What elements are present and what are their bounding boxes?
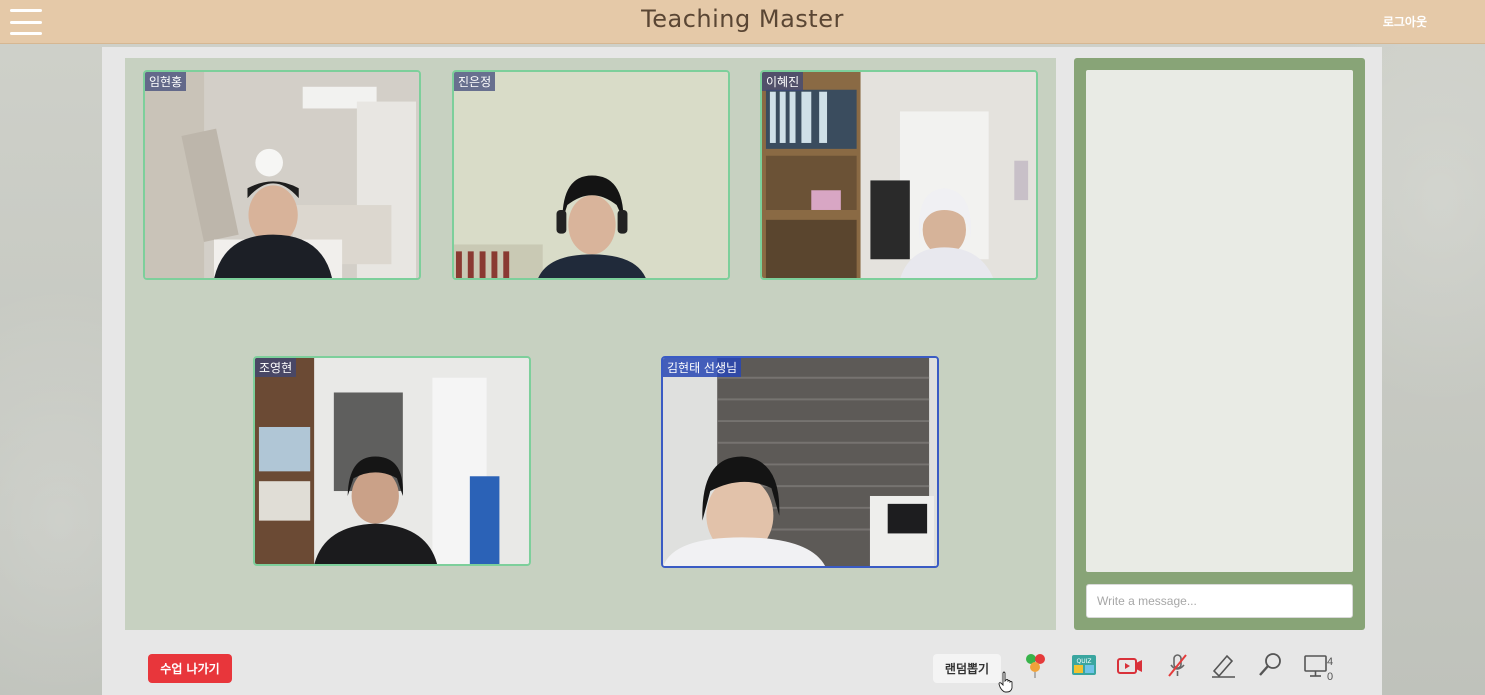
count-top: 4 <box>1327 656 1334 668</box>
participant-video <box>762 72 1036 278</box>
microphone-muted-icon[interactable] <box>1164 651 1190 679</box>
participant-name: 이혜진 <box>762 72 804 91</box>
participant-video <box>255 358 529 564</box>
chat-message-input[interactable] <box>1086 584 1353 618</box>
participant-video <box>145 72 419 278</box>
participant-name: 진은정 <box>454 72 496 91</box>
svg-text:QUIZ: QUIZ <box>1077 658 1092 665</box>
participant-name: 김현태 선생님 <box>663 358 742 377</box>
random-pick-button[interactable]: 랜덤뽑기 <box>933 654 1001 683</box>
video-grid: 임현홍 진은정 이혜진 조영현 김현태 선생님 <box>125 58 1056 630</box>
quiz-icon[interactable]: QUIZ <box>1071 651 1097 679</box>
count-bottom: 0 <box>1327 671 1334 683</box>
pen-annotate-icon[interactable] <box>1210 651 1236 679</box>
video-tile[interactable]: 조영현 <box>253 356 531 566</box>
video-tile[interactable]: 김현태 선생님 <box>661 356 939 568</box>
app-title: Teaching Master <box>641 5 844 33</box>
video-tile[interactable]: 이혜진 <box>760 70 1038 280</box>
top-bar: Teaching Master 로그아웃 <box>0 0 1485 44</box>
chat-panel <box>1074 58 1365 630</box>
leave-class-button[interactable]: 수업 나가기 <box>148 654 232 683</box>
magnifier-icon[interactable] <box>1257 651 1283 679</box>
chat-log <box>1086 70 1353 572</box>
video-camera-icon[interactable] <box>1117 651 1143 679</box>
screen-share-icon[interactable] <box>1303 651 1329 679</box>
participant-video <box>454 72 728 278</box>
video-tile[interactable]: 진은정 <box>452 70 730 280</box>
video-tile[interactable]: 임현홍 <box>143 70 421 280</box>
participant-name: 조영현 <box>255 358 297 377</box>
hand-pointer-cursor-icon <box>998 671 1013 693</box>
participant-video <box>663 358 937 566</box>
participant-name: 임현홍 <box>145 72 187 91</box>
participant-counts: 4 0 <box>1327 655 1333 685</box>
balloon-vote-icon[interactable] <box>1023 651 1049 679</box>
logout-link[interactable]: 로그아웃 <box>1383 13 1427 30</box>
